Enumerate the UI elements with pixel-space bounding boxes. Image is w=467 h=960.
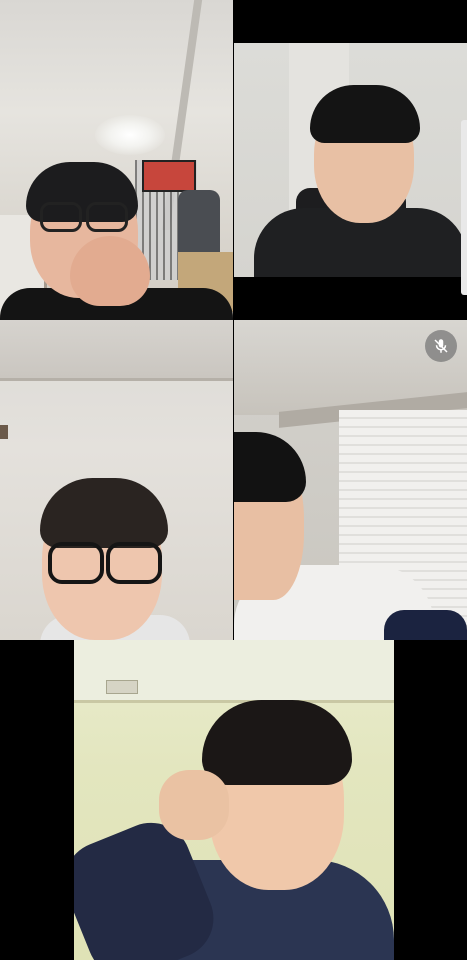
participant-video-1[interactable] <box>0 0 233 320</box>
participant-1-glasses <box>40 202 128 232</box>
participant-5-hand <box>159 770 229 840</box>
participant-video-2[interactable] <box>234 0 467 320</box>
participant-video-4[interactable] <box>234 320 467 640</box>
participant-5-video-frame <box>74 640 394 960</box>
participant-video-3[interactable] <box>0 320 233 640</box>
participant-2-hair <box>310 85 420 143</box>
participant-3-hair <box>40 478 168 548</box>
ceiling-light <box>95 115 165 155</box>
participant-3-glasses <box>48 542 162 584</box>
participant-2-video-frame <box>234 43 467 277</box>
mic-off-icon[interactable] <box>425 330 457 362</box>
wall-vent <box>106 680 138 694</box>
participant-5-hair <box>202 700 352 785</box>
participant-video-5[interactable] <box>0 640 467 960</box>
side-scroll-handle[interactable] <box>461 120 467 295</box>
participant-1-hand <box>70 236 150 306</box>
wall-clip <box>0 425 8 439</box>
backpack <box>178 190 220 260</box>
ceiling <box>0 320 233 381</box>
navy-fabric <box>384 610 467 640</box>
participant-4-hair <box>234 432 306 502</box>
red-box <box>142 160 196 192</box>
